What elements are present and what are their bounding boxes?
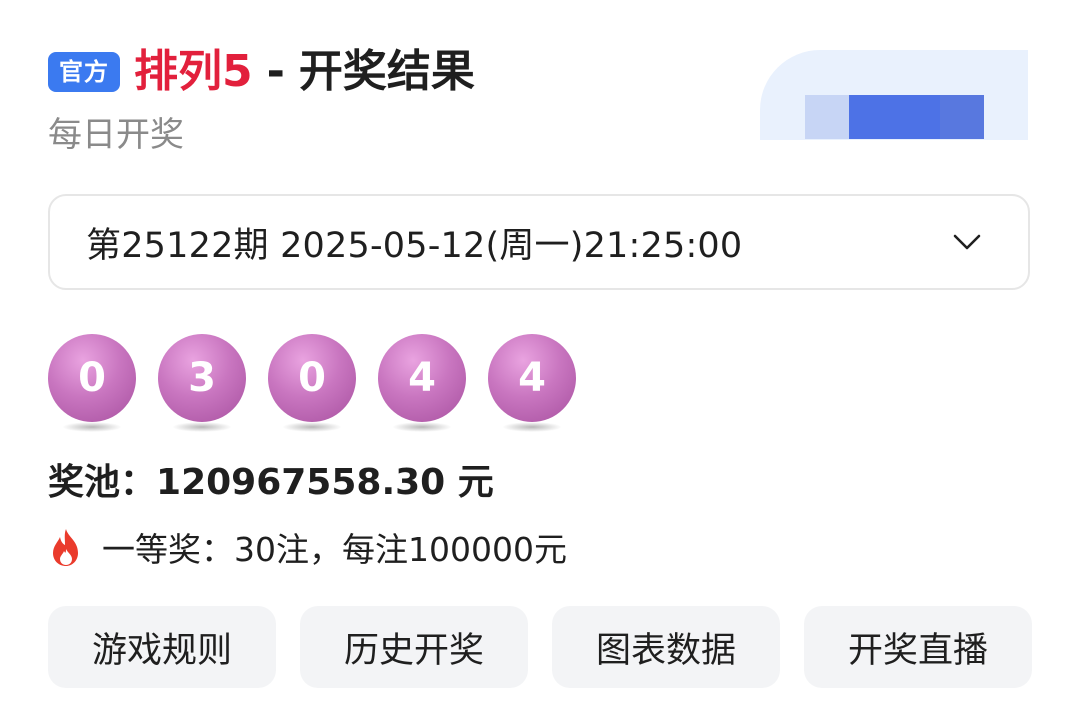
prize-pool-amount: 120967558.30 [156, 462, 446, 503]
title-separator: - [266, 46, 285, 97]
title-row: 官方 排列5 - 开奖结果 [48, 42, 475, 102]
number-ball-value: 0 [48, 334, 136, 422]
number-ball: 4 [378, 334, 466, 434]
first-prize-text: 一等奖：30注，每注100000元 [102, 530, 567, 569]
number-ball-value: 4 [378, 334, 466, 422]
chart-data-button[interactable]: 图表数据 [552, 606, 780, 688]
action-buttons: 游戏规则 历史开奖 图表数据 开奖直播 [48, 606, 1032, 688]
number-ball-value: 0 [268, 334, 356, 422]
game-name[interactable]: 排列5 [134, 42, 253, 102]
prize-pool-unit: 元 [457, 462, 494, 503]
game-rules-button[interactable]: 游戏规则 [48, 606, 276, 688]
official-badge: 官方 [48, 52, 120, 92]
draw-period-select[interactable]: 第25122期 2025-05-12(周一)21:25:00 [48, 194, 1030, 290]
number-ball: 0 [48, 334, 136, 434]
number-ball: 0 [268, 334, 356, 434]
chevron-down-icon[interactable] [952, 226, 982, 256]
page-title: 开奖结果 [298, 46, 475, 97]
number-ball: 3 [158, 334, 246, 434]
draw-frequency: 每日开奖 [48, 115, 184, 155]
number-ball-value: 3 [158, 334, 246, 422]
winning-numbers: 0 3 0 4 4 [48, 334, 598, 434]
number-ball: 4 [488, 334, 576, 434]
fire-icon [53, 529, 78, 566]
number-ball-value: 4 [488, 334, 576, 422]
lottery-result-card: 官方 排列5 - 开奖结果 每日开奖 第25122期 2025-05-12(周一… [0, 0, 1080, 718]
prize-pool: 奖池：120967558.30 元 [48, 458, 494, 508]
draw-period-value: 第25122期 2025-05-12(周一)21:25:00 [86, 225, 743, 266]
draw-history-button[interactable]: 历史开奖 [300, 606, 528, 688]
live-draw-button[interactable]: 开奖直播 [804, 606, 1032, 688]
first-prize: 一等奖：30注，每注100000元 [48, 522, 567, 572]
game-thumbnail[interactable] [760, 50, 1028, 140]
prize-pool-label: 奖池： [48, 462, 157, 503]
